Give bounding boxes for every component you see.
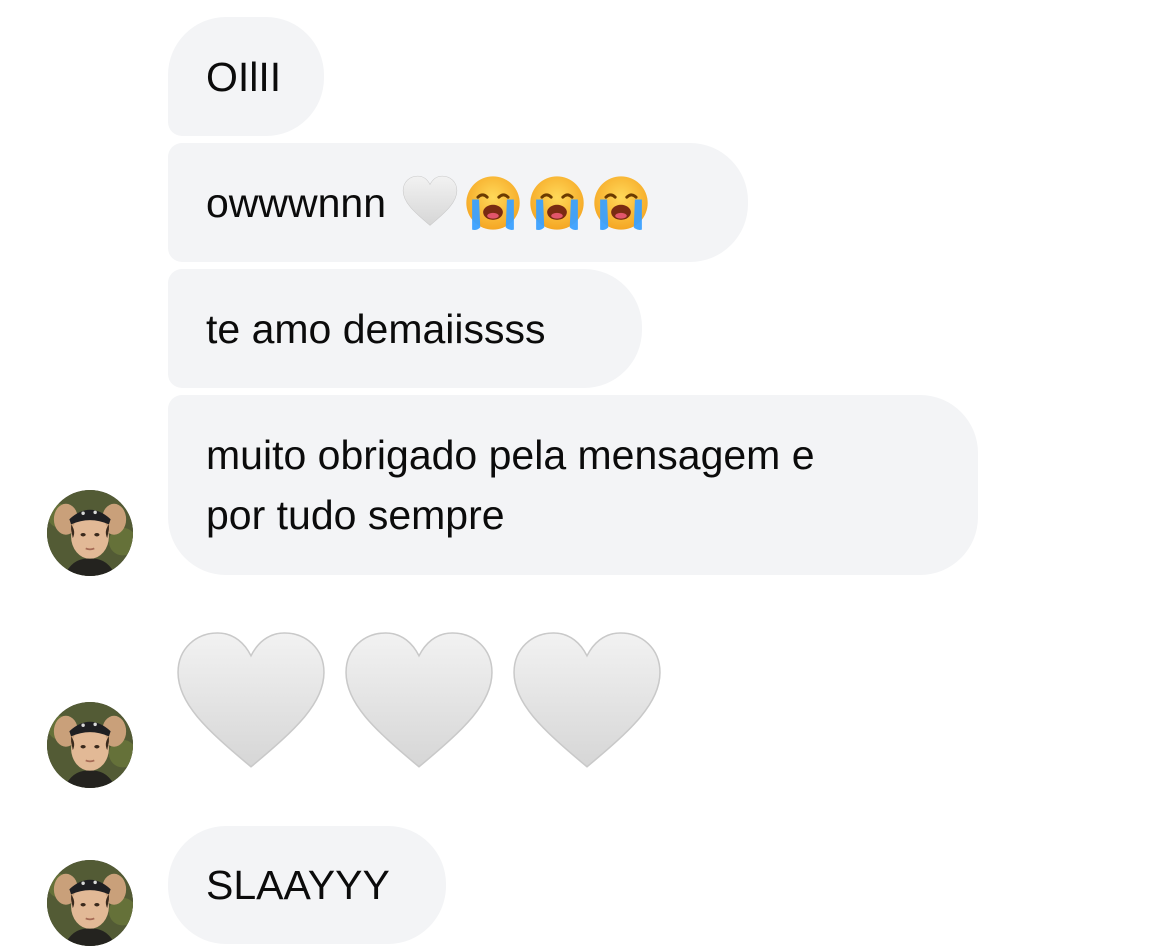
contact-avatar[interactable] xyxy=(47,860,133,946)
loudly-crying-face-icon xyxy=(464,174,522,232)
message-bubble[interactable]: te amo demaiissss xyxy=(168,269,642,388)
avatar-image xyxy=(47,702,133,788)
white-heart-icon xyxy=(343,630,495,782)
contact-avatar[interactable] xyxy=(47,490,133,576)
message-text: te amo demaiissss xyxy=(206,305,546,352)
message-line: por tudo sempre xyxy=(206,492,505,538)
message-bubble[interactable]: OIlII xyxy=(168,17,324,136)
white-heart-icon xyxy=(402,175,458,231)
message-line: muito obrigado pela mensagem e xyxy=(206,432,815,478)
white-heart-icon xyxy=(511,630,663,782)
avatar-image xyxy=(47,490,133,576)
white-heart-icon xyxy=(175,630,327,782)
message-bubble[interactable]: owwwnnn xyxy=(168,143,748,262)
message-bubble[interactable]: muito obrigado pela mensagem e por tudo … xyxy=(168,395,978,575)
message-text: muito obrigado pela mensagem e por tudo … xyxy=(206,425,966,545)
message-text: owwwnnn xyxy=(206,179,387,226)
loudly-crying-face-icon xyxy=(592,174,650,232)
avatar-image xyxy=(47,860,133,946)
message-bubble[interactable]: SLAAYYY xyxy=(168,826,446,944)
contact-avatar[interactable] xyxy=(47,702,133,788)
emoji-message[interactable] xyxy=(175,630,679,785)
loudly-crying-face-icon xyxy=(528,174,586,232)
message-text: SLAAYYY xyxy=(206,862,390,908)
message-text: OIlII xyxy=(206,53,282,100)
